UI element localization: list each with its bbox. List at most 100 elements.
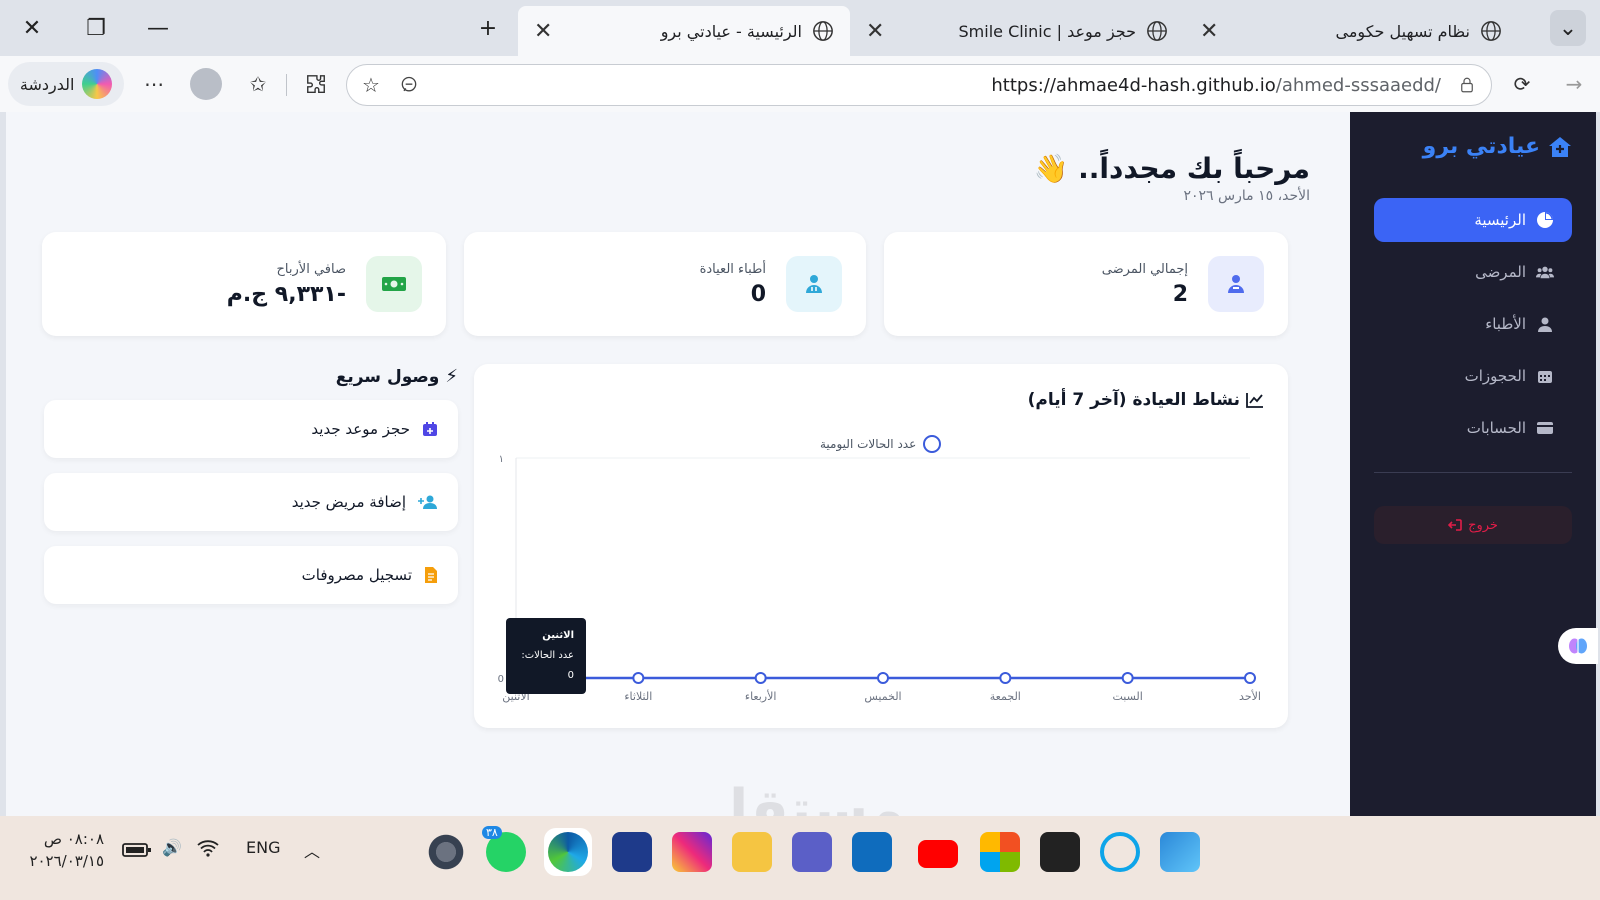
current-date: الأحد، ١٥ مارس ٢٠٢٦: [1183, 188, 1311, 204]
logout-button[interactable]: خروج: [1374, 506, 1572, 544]
chart-tooltip: الاثنين عدد الحالات: 0: [506, 618, 586, 694]
data-point: [999, 672, 1012, 684]
show-hidden-icons-chevron-icon[interactable]: ︿: [304, 838, 320, 862]
globe-icon: [1481, 21, 1501, 41]
os-taskbar: ٠٨:٠٨ ص ٢٠٢٦/٠٣/١٥ 🔊 ENG ︿ ٣٨: [0, 816, 1600, 900]
volume-icon[interactable]: 🔊: [162, 838, 182, 857]
calendar-icon: [1536, 367, 1554, 385]
minimize-window-icon[interactable]: —: [140, 10, 176, 46]
ai-assistant-button[interactable]: [1558, 628, 1598, 664]
more-menu-icon[interactable]: ⋯: [140, 70, 168, 98]
taskbar-clock[interactable]: ٠٨:٠٨ ص ٢٠٢٦/٠٣/١٥: [24, 828, 104, 872]
solitaire-icon[interactable]: [612, 832, 652, 872]
data-point: [1244, 672, 1256, 684]
chat-label: الدردشة: [19, 74, 75, 94]
outlook-icon[interactable]: [852, 832, 892, 872]
dashboard-main: مرحباً بك مجدداً.. 👋 الأحد، ١٥ مارس ٢٠٢٦…: [6, 112, 1350, 828]
copilot-chat-button[interactable]: الدردشة: [8, 62, 124, 106]
search-icon[interactable]: [1100, 832, 1140, 872]
whatsapp-icon[interactable]: ٣٨: [482, 826, 526, 872]
tooltip-title: الاثنين: [542, 630, 574, 641]
data-point: [754, 672, 767, 684]
doctor-icon: [1536, 315, 1554, 333]
reload-icon[interactable]: ⟳: [1508, 70, 1536, 98]
url-text: https://ahmae4d-hash.github.io/ahmed-sss…: [991, 75, 1441, 96]
quick-item-label: إضافة مريض جديد: [291, 493, 406, 511]
stat-card-patients: إجمالي المرضى 2: [884, 232, 1288, 336]
new-tab-icon[interactable]: +: [470, 10, 506, 46]
tab-smile-clinic[interactable]: حجز موعد | Smile Clinic ✕: [850, 6, 1184, 56]
restore-window-icon[interactable]: ❐: [78, 10, 114, 46]
stat-label: أطباء العيادة: [699, 262, 766, 277]
battery-icon[interactable]: [122, 842, 152, 862]
receipt-icon: [425, 567, 437, 583]
task-view-icon[interactable]: [1040, 832, 1080, 872]
tooltip-value: عدد الحالات: 0: [521, 650, 574, 681]
extensions-icon[interactable]: [302, 70, 330, 98]
edge-browser-icon[interactable]: [548, 832, 588, 872]
tab-title: الرئيسية - عيادتي برو: [660, 21, 802, 41]
logout-icon: [1448, 519, 1462, 531]
forward-arrow-icon[interactable]: →: [1560, 70, 1588, 98]
clinic-house-icon: [1549, 136, 1571, 157]
stat-label: إجمالي المرضى: [1101, 262, 1188, 277]
sidebar-item-bookings[interactable]: الحجوزات: [1374, 354, 1572, 398]
toolbar-divider: [286, 74, 287, 96]
windows-start-icon[interactable]: [1160, 832, 1200, 872]
language-indicator[interactable]: ENG: [246, 838, 280, 857]
sidebar-item-accounts[interactable]: الحسابات: [1374, 406, 1572, 450]
users-icon: [1536, 263, 1554, 281]
x-tick-label: الأربعاء: [745, 689, 777, 703]
favorites-icon[interactable]: ✩: [244, 70, 272, 98]
wifi-icon[interactable]: [196, 838, 220, 862]
x-tick-label: الثلاثاء: [624, 690, 652, 703]
quick-book-appointment-button[interactable]: حجز موعد جديد: [44, 400, 458, 458]
close-tab-icon[interactable]: ✕: [1200, 19, 1218, 44]
x-tick-label: الأحد: [1239, 689, 1261, 703]
clock-time: ٠٨:٠٨ ص: [43, 830, 104, 848]
pie-chart-icon: [1536, 211, 1554, 229]
tab-gov-system[interactable]: نظام تسهيل حكومى ✕: [1184, 6, 1518, 56]
site-info-lock-icon[interactable]: [1453, 71, 1481, 99]
patient-icon: [1208, 256, 1264, 312]
profile-avatar[interactable]: [190, 68, 222, 100]
teams-icon[interactable]: [792, 832, 832, 872]
calendar-plus-icon: [423, 422, 437, 436]
read-aloud-icon[interactable]: [395, 71, 423, 99]
activity-chart-card: نشاط العيادة (آخر 7 أيام) عدد الحالات ال…: [474, 364, 1288, 728]
lock-icon: [1461, 77, 1473, 93]
browser-toolbar: الدردشة ⋯ ✩ ☆ https://ahmae4d-hash.githu…: [0, 56, 1600, 112]
data-point: [632, 672, 645, 684]
data-point: [877, 672, 889, 684]
quick-item-label: حجز موعد جديد: [311, 420, 410, 438]
tab-list-chevron-icon[interactable]: ⌄: [1550, 10, 1586, 46]
close-window-icon[interactable]: ✕: [14, 10, 50, 46]
file-explorer-icon[interactable]: [732, 832, 772, 872]
doctor-icon: [786, 256, 842, 312]
close-tab-icon[interactable]: ✕: [534, 19, 552, 44]
sidebar-item-doctors[interactable]: الأطباء: [1374, 302, 1572, 346]
sidebar-divider: [1374, 472, 1572, 473]
chat-bubble-icon: [401, 76, 417, 92]
tab-clinic-home[interactable]: الرئيسية - عيادتي برو ✕: [518, 6, 850, 56]
instagram-icon[interactable]: [672, 832, 712, 872]
stat-card-profit: صافي الأرباح -٩,٣٣١ ج.م: [42, 232, 446, 336]
x-tick-label: السبت: [1112, 690, 1142, 703]
microsoft-store-icon[interactable]: [980, 832, 1020, 872]
favorite-star-icon[interactable]: ☆: [357, 71, 385, 99]
brand-logo[interactable]: عيادتي برو: [1423, 134, 1572, 159]
quick-add-patient-button[interactable]: إضافة مريض جديد: [44, 473, 458, 531]
sidebar-item-patients[interactable]: المرضى: [1374, 250, 1572, 294]
tab-title: حجز موعد | Smile Clinic: [958, 21, 1137, 41]
page-title: مرحباً بك مجدداً.. 👋: [1033, 152, 1310, 185]
close-tab-icon[interactable]: ✕: [866, 19, 884, 44]
x-tick-label: الخميس: [864, 690, 901, 703]
stat-value: 2: [1172, 282, 1188, 307]
settings-gear-icon[interactable]: [426, 832, 466, 872]
youtube-icon[interactable]: [918, 840, 958, 868]
sidebar-item-home[interactable]: الرئيسية: [1374, 198, 1572, 242]
address-bar[interactable]: ☆ https://ahmae4d-hash.github.io/ahmed-s…: [346, 64, 1492, 106]
quick-item-label: تسجيل مصروفات: [301, 566, 412, 584]
x-tick-label: الجمعة: [990, 690, 1021, 703]
quick-record-expenses-button[interactable]: تسجيل مصروفات: [44, 546, 458, 604]
